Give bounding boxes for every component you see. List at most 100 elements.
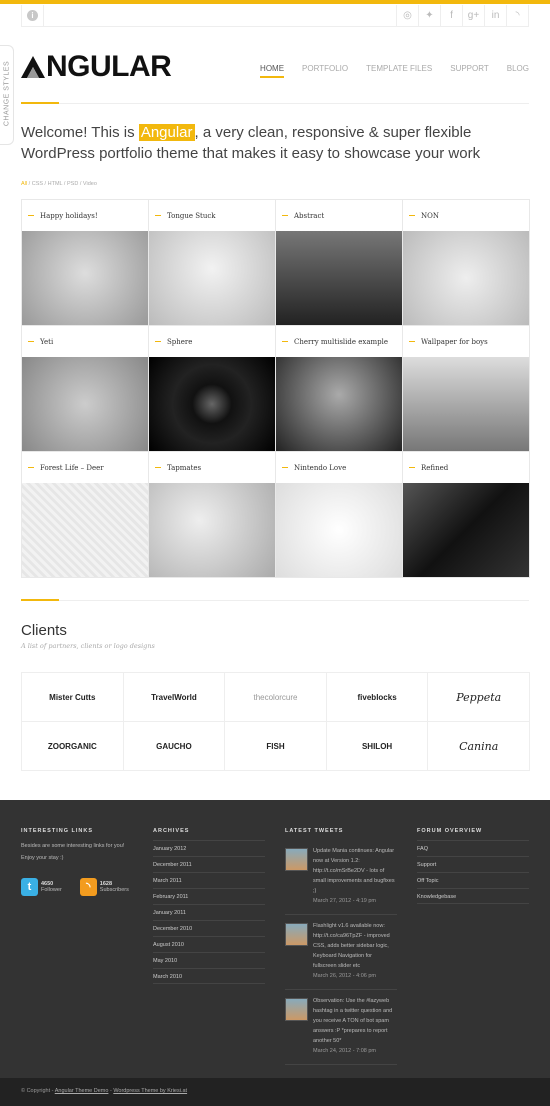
archive-link[interactable]: December 2011 [153,856,265,872]
kriesi-link[interactable]: Wordpress Theme by Kriesi.at [113,1088,187,1094]
portfolio-item-title[interactable]: Abstract [276,200,402,231]
twitter-icon: t [21,878,38,896]
filter-html[interactable]: HTML [48,181,63,187]
portfolio-item[interactable]: Wallpaper for boys [403,326,530,452]
linkedin-icon[interactable]: in [484,5,506,26]
portfolio-item[interactable]: Yeti [22,326,149,452]
archive-link[interactable]: December 2010 [153,920,265,936]
change-styles-tab[interactable]: CHANGE STYLES [0,45,14,145]
portfolio-item[interactable]: Refined [403,452,530,578]
twitter-counter[interactable]: t 4650 Follower [21,878,62,896]
client-logo[interactable]: fiveblocks [326,673,429,722]
tweet-body: Observation: Use the #lazyweb hashtag in… [313,996,397,1056]
google-plus-icon[interactable]: g+ [462,5,484,26]
portfolio-thumbnail[interactable] [149,231,275,325]
tweet-avatar[interactable] [285,923,308,946]
client-logo[interactable]: SHILOH [326,722,429,771]
portfolio-item[interactable]: Abstract [276,200,403,326]
portfolio-item-title[interactable]: Sphere [149,326,275,357]
archive-link[interactable]: March 2010 [153,968,265,984]
welcome-text: Welcome! This is Angular, a very clean, … [21,124,481,162]
portfolio-thumbnail[interactable] [149,483,275,577]
portfolio-item-title[interactable]: Nintendo Love [276,452,402,483]
nav-home[interactable]: HOME [260,64,285,78]
portfolio-item-title[interactable]: Refined [403,452,529,483]
filter-psd[interactable]: PSD [67,181,78,187]
portfolio-item-title[interactable]: Tongue Stuck [149,200,275,231]
tweet-date: March 26, 2012 - 4:06 pm [313,973,376,979]
portfolio-item[interactable]: Tongue Stuck [149,200,276,326]
portfolio-item[interactable]: Forest Life – Deer [22,452,149,578]
archive-link[interactable]: May 2010 [153,952,265,968]
rss-icon: ◝ [79,878,97,896]
archive-link[interactable]: January 2011 [153,904,265,920]
portfolio-item[interactable]: Nintendo Love [276,452,403,578]
client-logo[interactable]: ZOORGANIC [22,722,124,771]
rss-counter[interactable]: ◝ 1628 Subscribers [79,878,129,896]
nav-portfolio[interactable]: PORTFOLIO [302,64,348,73]
portfolio-thumbnail[interactable] [22,231,148,325]
client-logo[interactable]: Peppeta [428,673,530,722]
nav-support[interactable]: SUPPORT [450,64,489,73]
portfolio-item-title[interactable]: Wallpaper for boys [403,326,529,357]
filter-css[interactable]: CSS [32,181,43,187]
forum-link[interactable]: Support [417,856,529,872]
portfolio-item[interactable]: Tapmates [149,452,276,578]
client-logo[interactable]: Mister Cutts [22,673,124,722]
portfolio-item[interactable]: Cherry multislide example [276,326,403,452]
tweet-avatar[interactable] [285,998,308,1021]
facebook-icon[interactable]: f [440,5,462,26]
portfolio-thumbnail[interactable] [403,357,529,451]
client-logo[interactable]: FISH [225,722,327,771]
main-nav: HOME PORTFOLIO TEMPLATE FILES SUPPORT BLOG [260,64,529,78]
portfolio-item[interactable]: NON [403,200,530,326]
tweet-avatar[interactable] [285,848,308,871]
archive-link[interactable]: March 2011 [153,872,265,888]
clients-title: Clients [21,622,67,639]
portfolio-thumbnail[interactable] [276,231,402,325]
portfolio-item[interactable]: Sphere [149,326,276,452]
info-button[interactable]: i [22,5,44,26]
client-logo[interactable]: thecolorcure [225,673,327,722]
nav-blog[interactable]: BLOG [507,64,529,73]
forum-link[interactable]: Off Topic [417,872,529,888]
footer-archives: ARCHIVES January 2012 December 2011 March 2… [153,828,265,984]
portfolio-item-title[interactable]: Yeti [22,326,148,357]
portfolio-item[interactable]: Happy holidays! [22,200,149,326]
nav-template-files[interactable]: TEMPLATE FILES [366,64,432,73]
tweet: Observation: Use the #lazyweb hashtag in… [285,990,397,1065]
portfolio-thumbnail[interactable] [403,231,529,325]
forum-link[interactable]: Knowledgebase [417,888,529,904]
portfolio-item-title[interactable]: Forest Life – Deer [22,452,148,483]
portfolio-item-title[interactable]: Cherry multislide example [276,326,402,357]
tweet-text: Flashlight v1.6 available now: http://t.… [313,923,390,969]
archive-link[interactable]: February 2011 [153,888,265,904]
divider [21,102,529,104]
twitter-icon[interactable]: ✦ [418,5,440,26]
footer-heading: LATEST TWEETS [285,828,344,834]
theme-demo-link[interactable]: Angular Theme Demo [55,1088,109,1094]
portfolio-item-title[interactable]: NON [403,200,529,231]
portfolio-thumbnail[interactable] [22,483,148,577]
archive-link[interactable]: August 2010 [153,936,265,952]
client-logo[interactable]: TravelWorld [123,673,226,722]
forum-link[interactable]: FAQ [417,840,529,856]
archive-link[interactable]: January 2012 [153,840,265,856]
portfolio-item-title[interactable]: Happy holidays! [22,200,148,231]
rss-icon[interactable]: ◝ [506,5,528,26]
change-styles-label: CHANGE STYLES [3,60,11,127]
footer: INTERESTING LINKS Besides are some inter… [0,800,550,1078]
highlight-angular: Angular [138,124,195,141]
portfolio-thumbnail[interactable] [149,357,275,451]
filter-video[interactable]: Video [83,181,97,187]
portfolio-thumbnail[interactable] [276,483,402,577]
client-logo[interactable]: Canina [428,722,530,771]
portfolio-thumbnail[interactable] [22,357,148,451]
clients-grid: Mister Cutts TravelWorld thecolorcure fiveb… [21,672,530,771]
client-logo[interactable]: GAUCHO [123,722,226,771]
portfolio-thumbnail[interactable] [276,357,402,451]
logo[interactable]: NGULAR [21,50,172,84]
portfolio-item-title[interactable]: Tapmates [149,452,275,483]
dribbble-icon[interactable]: ◎ [396,5,418,26]
portfolio-thumbnail[interactable] [403,483,529,577]
